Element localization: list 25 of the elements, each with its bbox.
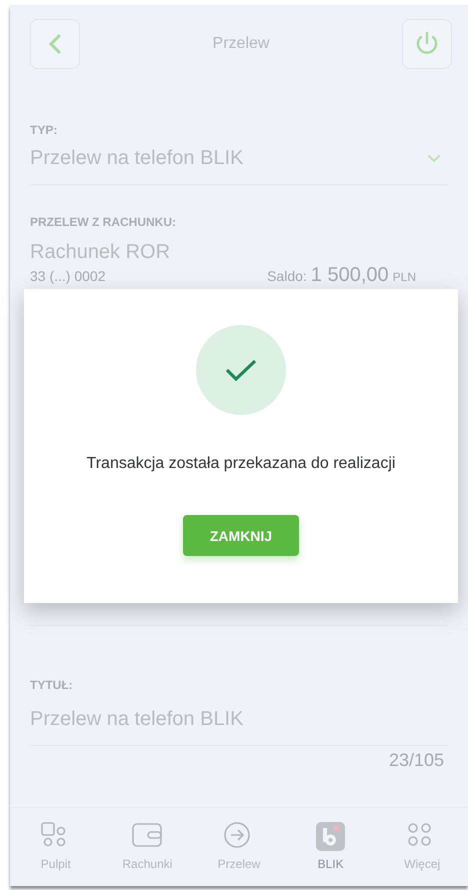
balance-amount: 1 500,00 (310, 264, 389, 287)
dialog-message: Transakcja została przekazana do realizacji (86, 455, 396, 473)
close-button[interactable]: ZAMKNIJ (183, 515, 299, 556)
account-name: Rachunek ROR (30, 241, 172, 264)
balance-currency: PLN (392, 270, 416, 284)
back-icon (48, 34, 62, 54)
power-icon (414, 31, 440, 57)
nav-tab[interactable]: Więcej (376, 808, 468, 886)
field-label: TYP: (30, 123, 58, 137)
field-label: PRZELEW Z RACHUNKU: (30, 215, 177, 229)
account-number: 33 (...) 0002 (30, 268, 106, 284)
field-label: TYTUŁ: (30, 678, 74, 692)
power-button[interactable] (402, 19, 452, 69)
back-button[interactable] (30, 19, 80, 69)
character-counter: 23/105 (388, 750, 445, 771)
balance-label: Saldo: (267, 268, 307, 284)
nav-tab[interactable]: Pulpit (10, 808, 102, 886)
nav-tab[interactable]: Rachunki (102, 808, 194, 886)
nav-tab[interactable]: Przelew (193, 808, 285, 886)
title-field[interactable]: Przelew na telefon BLIK (30, 692, 448, 746)
nav-tab[interactable]: BLIK (284, 808, 376, 886)
blik-logo-icon (316, 822, 346, 851)
type-select[interactable]: Przelew na telefon BLIK (30, 137, 448, 185)
chevron-down-icon (427, 154, 441, 163)
screen-title: Przelew (212, 35, 270, 53)
